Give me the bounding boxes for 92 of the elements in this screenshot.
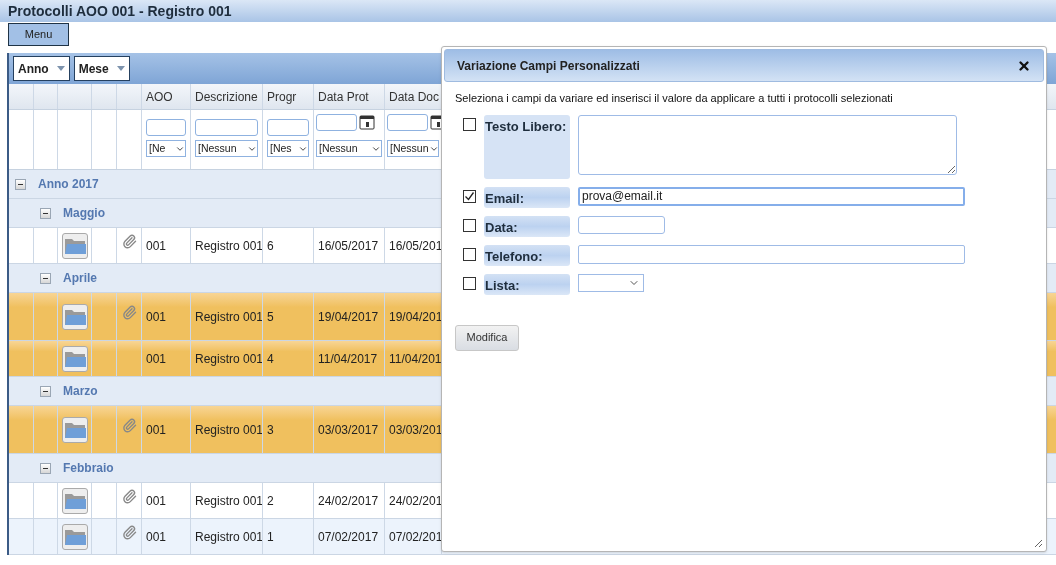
table-cell-text: Registro 001 xyxy=(195,421,262,439)
menu-button[interactable]: Menu xyxy=(8,23,69,46)
table-cell-text: 6 xyxy=(267,237,274,255)
table-cell-text: 19/04/2017 xyxy=(318,308,379,326)
table-cell-text: 001 xyxy=(146,237,167,255)
table-cell-text: 24/02/2017 xyxy=(318,492,379,510)
table-cell-text: Registro 001 xyxy=(195,528,262,546)
filter-dropdown[interactable]: [Nes xyxy=(267,140,309,157)
table-cell-text: 001 xyxy=(146,492,167,510)
group-label: Maggio xyxy=(63,205,105,222)
table-cell-text: Registro 001 xyxy=(195,308,262,326)
folder-icon[interactable] xyxy=(61,303,88,330)
text-field[interactable]: prova@email.it xyxy=(578,186,965,206)
caret-icon xyxy=(116,66,125,71)
filter-dropdown[interactable]: [Nessun xyxy=(387,140,439,157)
window-title: Protocolli AOO 001 - Registro 001 xyxy=(8,1,232,21)
filter-field[interactable] xyxy=(146,119,186,136)
folder-icon[interactable] xyxy=(61,523,88,550)
table-cell-text: 24/02/201 xyxy=(389,492,441,510)
field-label: Telefono: xyxy=(484,244,570,266)
field-label: Lista: xyxy=(484,273,570,295)
table-cell-text: 11/04/2017 xyxy=(318,350,378,368)
folder-icon[interactable] xyxy=(61,487,88,514)
filter-field[interactable] xyxy=(195,119,258,136)
group-label: Marzo xyxy=(63,383,98,400)
group-by-button[interactable]: Mese xyxy=(73,56,130,81)
group-label: Aprile xyxy=(63,270,97,287)
collapse-icon[interactable] xyxy=(40,385,51,397)
checkbox[interactable] xyxy=(463,218,476,232)
table-cell-text: 001 xyxy=(146,528,167,546)
filter-field[interactable] xyxy=(387,114,428,131)
table-cell-text: 2 xyxy=(267,492,274,510)
instructions-text: Seleziona i campi da variare ed inserisci il valore da applicare a tutti i protocolli selezionati xyxy=(455,91,894,106)
table-cell-text: 16/05/2017 xyxy=(318,237,379,255)
text-area[interactable] xyxy=(578,114,957,175)
table-cell-text: 001 xyxy=(146,421,167,439)
caret-icon xyxy=(56,66,65,71)
table-cell-text: 03/03/201 xyxy=(389,421,441,439)
table-cell-text: 3 xyxy=(267,421,274,439)
table-cell-text: 001 xyxy=(146,350,167,368)
column-header[interactable]: Descrizione xyxy=(191,84,263,109)
modifica-button[interactable]: Modifica xyxy=(455,324,519,351)
paperclip-icon[interactable] xyxy=(121,489,137,504)
checkbox[interactable] xyxy=(463,247,476,261)
filter-field[interactable] xyxy=(267,119,309,136)
filter-dropdown[interactable]: [Ne xyxy=(146,140,186,157)
date-field[interactable] xyxy=(578,215,665,234)
table-cell-text: 19/04/201 xyxy=(389,308,441,326)
close-button[interactable] xyxy=(1017,58,1031,73)
group-label: Anno 2017 xyxy=(38,176,99,193)
collapse-icon[interactable] xyxy=(40,207,51,219)
table-cell-text: 11/04/201 xyxy=(389,350,441,368)
table-cell-text: 1 xyxy=(267,528,274,546)
checkbox[interactable] xyxy=(463,189,476,203)
list-dropdown[interactable] xyxy=(578,273,644,292)
checkbox[interactable] xyxy=(463,117,476,131)
folder-icon[interactable] xyxy=(61,232,88,259)
field-label: Testo Libero: xyxy=(484,114,570,179)
table-cell-text: 5 xyxy=(267,308,274,326)
group-label: Febbraio xyxy=(63,460,114,477)
calendar-icon[interactable] xyxy=(359,114,375,130)
text-field[interactable] xyxy=(578,244,965,264)
paperclip-icon[interactable] xyxy=(121,234,137,249)
column-header[interactable]: Progr xyxy=(263,84,314,109)
folder-icon[interactable] xyxy=(61,416,88,443)
paperclip-icon[interactable] xyxy=(121,525,137,540)
folder-icon[interactable] xyxy=(61,345,88,372)
checkbox[interactable] xyxy=(463,276,476,290)
paperclip-icon[interactable] xyxy=(121,305,137,320)
filter-field[interactable] xyxy=(316,114,357,131)
filter-dropdown[interactable]: [Nessun xyxy=(195,140,258,157)
group-by-button[interactable]: Anno xyxy=(13,56,70,81)
table-cell-text: 07/02/2017 xyxy=(318,528,379,546)
table-cell-text: 03/03/2017 xyxy=(318,421,379,439)
column-header[interactable]: AOO xyxy=(142,84,191,109)
table-cell-text: 001 xyxy=(146,308,167,326)
table-cell-text: 4 xyxy=(267,350,274,368)
field-label: Data: xyxy=(484,215,570,237)
paperclip-icon[interactable] xyxy=(121,418,137,433)
collapse-icon[interactable] xyxy=(40,462,51,474)
filter-dropdown[interactable]: [Nessun xyxy=(316,140,382,157)
column-header[interactable]: Data Prot xyxy=(314,84,385,109)
collapse-icon[interactable] xyxy=(15,178,26,190)
dialog-title: Variazione Campi Personalizzati xyxy=(457,57,640,75)
resize-grip-icon[interactable] xyxy=(1034,539,1043,548)
field-label: Email: xyxy=(484,186,570,208)
table-cell-text: Registro 001 xyxy=(195,350,262,368)
table-cell-text: Registro 001 xyxy=(195,492,262,510)
table-cell-text: Registro 001 xyxy=(195,237,262,255)
table-cell-text: 07/02/201 xyxy=(389,528,441,546)
collapse-icon[interactable] xyxy=(40,272,51,284)
table-cell-text: 16/05/201 xyxy=(389,237,441,255)
